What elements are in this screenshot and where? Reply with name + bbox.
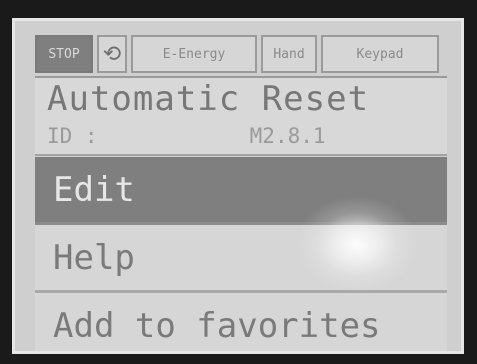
- status-keypad: Keypad: [321, 35, 439, 73]
- id-label: ID :: [47, 124, 98, 148]
- menu-item-edit[interactable]: Edit: [35, 157, 447, 225]
- status-hand-label: Hand: [273, 46, 305, 62]
- status-keypad-label: Keypad: [356, 46, 404, 62]
- status-rotate: ⟲: [97, 35, 127, 73]
- menu-item-help[interactable]: Help: [35, 225, 447, 293]
- lcd-screen: STOP ⟲ E-Energy Hand Keypad Automatic Re…: [12, 18, 464, 354]
- page-header: Automatic Reset ID : M2.8.1: [35, 76, 447, 156]
- menu-list: Edit Help Add to favorites: [35, 157, 447, 351]
- status-energy-label: E-Energy: [162, 46, 226, 62]
- status-hand: Hand: [261, 35, 317, 73]
- menu-item-label: Edit: [53, 170, 135, 210]
- status-stop: STOP: [35, 35, 93, 73]
- status-stop-label: STOP: [48, 46, 80, 62]
- menu-item-label: Help: [53, 238, 135, 278]
- menu-item-add-to-favorites[interactable]: Add to favorites: [35, 293, 447, 351]
- page-title: Automatic Reset: [47, 79, 370, 119]
- parameter-id-row: ID : M2.8.1: [47, 124, 437, 148]
- rotate-icon: ⟲: [102, 41, 122, 67]
- id-value: M2.8.1: [249, 124, 326, 148]
- menu-item-label: Add to favorites: [53, 306, 381, 346]
- status-energy: E-Energy: [131, 35, 257, 73]
- status-bar: STOP ⟲ E-Energy Hand Keypad: [35, 35, 447, 73]
